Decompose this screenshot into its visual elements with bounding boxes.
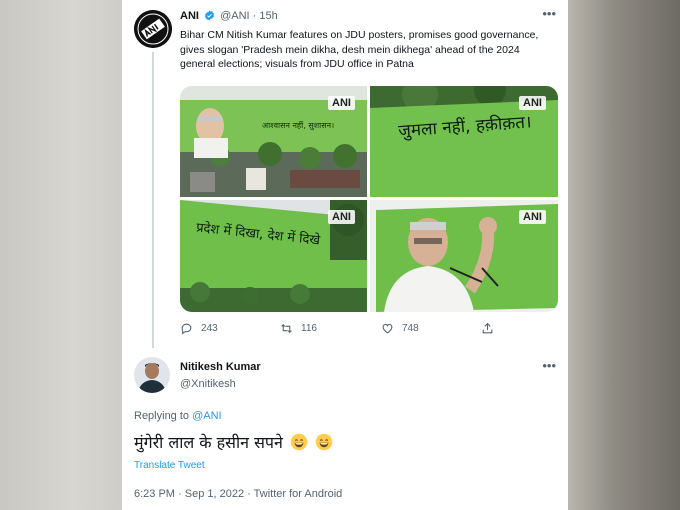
poster-text-1: आश्वासन नहीं, सुशासन। xyxy=(262,121,335,130)
replying-prefix: Replying to xyxy=(134,410,190,422)
tweet-card: ANI @ANI · 15h ••• Bihar CM Nitish Kumar… xyxy=(122,0,568,510)
media-image-3[interactable]: प्रदेश में दिखा, देश में दिखे ANI xyxy=(180,200,367,312)
reply-text: मुंगेरी लाल के हसीन सपने xyxy=(134,433,283,452)
ani-watermark: ANI xyxy=(519,210,546,224)
thread-line xyxy=(152,52,154,348)
tweet-actions: 243 116 748 xyxy=(180,322,560,338)
tweet-time[interactable]: 15h xyxy=(259,10,277,22)
grin-emoji-icon xyxy=(315,433,333,451)
media-image-1[interactable]: आश्वासन नहीं, सुशासन। ANI xyxy=(180,86,367,197)
tweet-header: ANI @ANI · 15h xyxy=(180,10,278,22)
translate-tweet-link[interactable]: Translate Tweet xyxy=(134,460,205,471)
verified-badge-icon xyxy=(204,10,215,21)
blurred-background-left xyxy=(0,0,122,510)
like-action[interactable]: 748 xyxy=(381,322,419,335)
replying-to: Replying to @ANI xyxy=(134,410,222,422)
reply-action[interactable]: 243 xyxy=(180,322,218,335)
grin-emoji-icon xyxy=(290,433,308,451)
reply-author-name[interactable]: Nitikesh Kumar xyxy=(180,361,261,373)
ani-watermark: ANI xyxy=(328,96,355,110)
retweet-count: 116 xyxy=(301,323,317,334)
reply-text-row: मुंगेरी लाल के हसीन सपने xyxy=(134,431,333,453)
tweet-text: Bihar CM Nitish Kumar features on JDU po… xyxy=(180,29,539,70)
ani-watermark: ANI xyxy=(519,96,546,110)
media-image-2[interactable]: जुमला नहीं, हक़ीक़त। ANI xyxy=(370,86,558,197)
ani-watermark: ANI xyxy=(328,210,355,224)
like-count: 748 xyxy=(402,323,419,334)
ani-avatar[interactable] xyxy=(134,10,172,48)
more-icon[interactable]: ••• xyxy=(542,7,556,20)
avatar[interactable] xyxy=(134,357,170,393)
user-photo-icon xyxy=(134,357,170,393)
media-image-4[interactable]: ANI xyxy=(370,200,558,312)
media-grid: आश्वासन नहीं, सुशासन। ANI जुमला नहीं, हक… xyxy=(180,86,558,312)
reply-timestamp[interactable]: 6:23 PM · Sep 1, 2022 · Twitter for Andr… xyxy=(134,488,342,500)
blurred-background-right xyxy=(568,0,680,510)
like-icon xyxy=(382,323,393,334)
reply-count: 243 xyxy=(201,323,218,334)
reply-author-handle[interactable]: @Xnitikesh xyxy=(180,378,236,390)
author-name[interactable]: ANI xyxy=(180,10,199,22)
replying-to-link[interactable]: @ANI xyxy=(192,410,222,422)
share-action[interactable] xyxy=(481,322,494,335)
reply-icon xyxy=(181,323,192,335)
retweet-action[interactable]: 116 xyxy=(280,322,317,335)
author-handle[interactable]: @ANI xyxy=(220,10,250,22)
retweet-icon xyxy=(281,323,292,334)
ani-logo-icon xyxy=(134,10,172,48)
share-icon xyxy=(482,322,493,334)
more-icon[interactable]: ••• xyxy=(542,359,556,372)
separator: · xyxy=(252,10,257,22)
